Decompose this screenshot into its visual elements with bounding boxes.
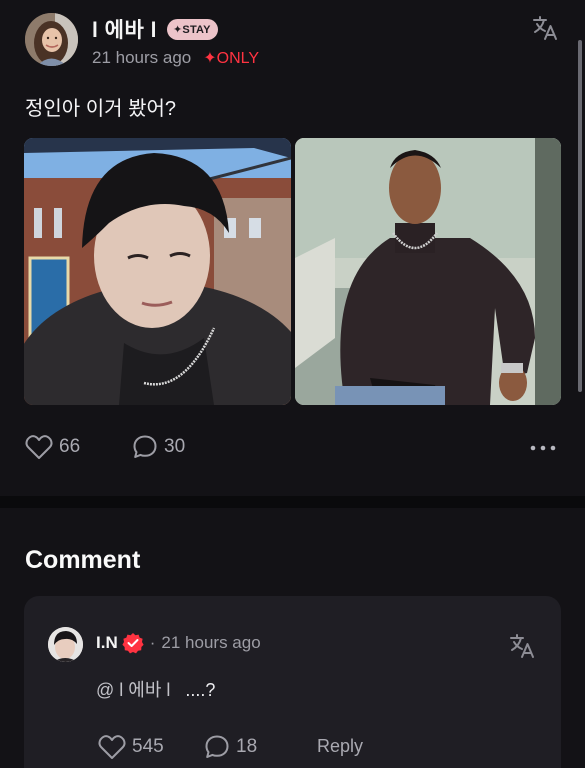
- speech-bubble-icon: [133, 435, 157, 458]
- comment-mention[interactable]: @ l 에바 l: [96, 680, 170, 700]
- comment-author-name[interactable]: I.N: [96, 633, 118, 653]
- scrollbar[interactable]: [578, 40, 582, 392]
- heart-outline-icon: [98, 735, 126, 759]
- comment-body: @ l 에바 l ....?: [96, 676, 215, 702]
- post-text: 정인아 이거 봤어?: [25, 98, 177, 120]
- more-dots-icon[interactable]: [529, 444, 557, 452]
- post-author-row: l 에바 l ✦STAY: [92, 14, 218, 44]
- comment-translate-icon[interactable]: [508, 632, 536, 660]
- translate-icon[interactable]: [531, 14, 559, 42]
- app-root: l 에바 l ✦STAY 21 hours ago ✦ONLY 정인아 이거 봤…: [0, 0, 585, 768]
- post-author-name[interactable]: l 에바 l: [92, 14, 157, 44]
- post-timestamp: 21 hours ago: [92, 48, 192, 67]
- selfie-photo: [24, 138, 291, 405]
- like-action[interactable]: 66: [25, 434, 80, 460]
- author-avatar-image: [25, 13, 78, 66]
- comment-reply-count: 18: [236, 736, 258, 757]
- comment-like-action[interactable]: 545: [98, 734, 164, 760]
- comments-heading: Comment: [25, 546, 141, 574]
- verified-badge-icon: [122, 633, 144, 654]
- comment-replies-action[interactable]: 18: [204, 734, 257, 760]
- comment-count: 30: [164, 436, 186, 457]
- comments-section: Comment I.N · 21 hours ago @ l 에바 l ....…: [0, 508, 585, 768]
- photo-grid: [24, 138, 561, 405]
- post-photo-1[interactable]: [24, 138, 291, 405]
- comment-avatar-image: [48, 627, 83, 662]
- post-meta-row: 21 hours ago ✦ONLY: [92, 48, 259, 68]
- like-count: 66: [59, 436, 81, 457]
- author-avatar[interactable]: [25, 13, 78, 66]
- post: l 에바 l ✦STAY 21 hours ago ✦ONLY 정인아 이거 봤…: [0, 0, 585, 496]
- section-divider: [0, 496, 585, 508]
- reply-button[interactable]: Reply: [317, 736, 363, 757]
- post-photo-2[interactable]: [294, 138, 562, 405]
- comment-action[interactable]: 30: [132, 434, 185, 460]
- comment-author-row: I.N · 21 hours ago: [96, 632, 261, 654]
- comment-author-avatar[interactable]: [48, 627, 83, 662]
- speech-bubble-icon: [205, 735, 229, 758]
- only-badge: ✦ONLY: [203, 50, 260, 67]
- comment-like-count: 545: [132, 736, 164, 757]
- turtleneck-photo: [294, 138, 561, 405]
- comment-text: ....?: [185, 680, 216, 700]
- stay-badge: ✦STAY: [166, 18, 218, 40]
- comment-timestamp: 21 hours ago: [161, 633, 261, 652]
- heart-outline-icon: [25, 435, 53, 459]
- comment-separator: ·: [149, 633, 156, 652]
- comment-card: I.N · 21 hours ago @ l 에바 l ....? 545 18…: [24, 596, 561, 768]
